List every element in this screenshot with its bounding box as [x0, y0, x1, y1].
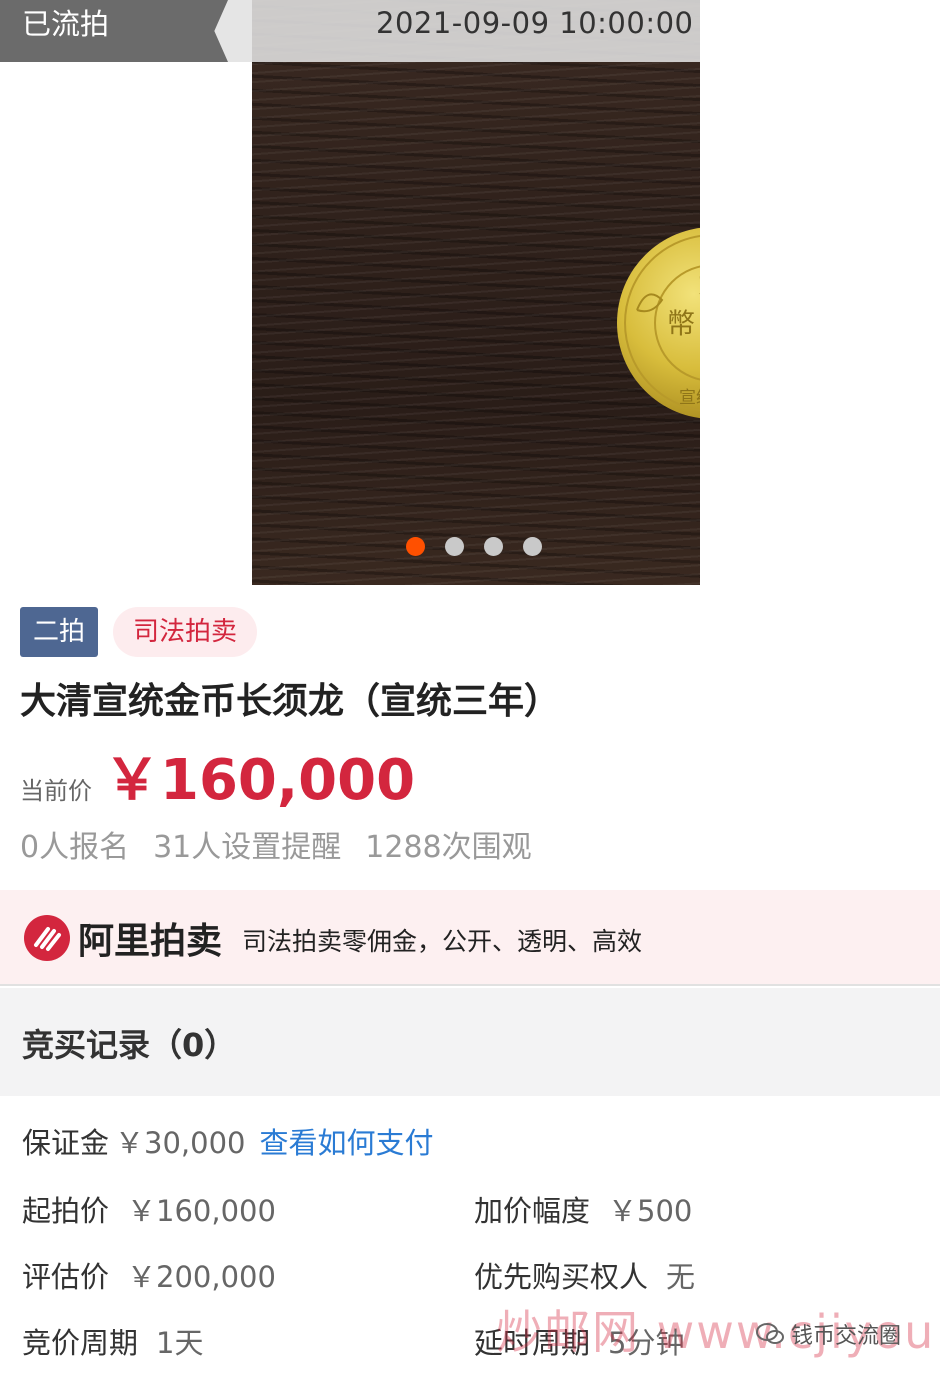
- start-price-row: 起拍价 ￥160,000: [22, 1188, 276, 1230]
- auction-status-bar: 已流拍 2021-09-09 10:00:00: [0, 0, 700, 62]
- auction-type-tag: 司法拍卖: [113, 607, 258, 657]
- gold-coin-image: 大 銀 清 幣 宣统三年: [617, 227, 700, 419]
- reminder-count: 31人设置提醒: [153, 830, 342, 865]
- auction-time: 2021-09-09 10:00:00: [376, 6, 694, 40]
- info-label: 起拍价: [22, 1194, 110, 1228]
- appraisal-row: 评估价 ￥200,000: [22, 1254, 276, 1296]
- bid-records-title[interactable]: 竞买记录（0）: [22, 1020, 236, 1066]
- current-price: 当前价 ￥160,000: [20, 735, 415, 816]
- info-value: ￥500: [608, 1194, 693, 1228]
- info-label: 优先购买权人: [474, 1260, 649, 1294]
- bid-period-row: 竞价周期 1天: [22, 1320, 203, 1362]
- coin-char-left: 幣: [667, 307, 695, 340]
- price-value: ￥160,000: [104, 748, 416, 813]
- increment-row: 加价幅度 ￥500: [474, 1188, 692, 1230]
- view-count: 1288次围观: [365, 830, 532, 865]
- info-label: 评估价: [22, 1260, 110, 1294]
- status-tag: 已流拍: [0, 0, 228, 62]
- wechat-account-name: 钱币交流圈: [791, 1324, 902, 1349]
- auction-tags: 二拍 司法拍卖: [20, 607, 258, 657]
- coin-char-bottom: 清: [699, 339, 700, 372]
- info-value: 1天: [156, 1326, 204, 1360]
- coin-char-top: 大: [698, 266, 700, 301]
- deposit-value: ￥30,000: [115, 1126, 246, 1160]
- wechat-watermark: 钱币交流圈: [755, 1318, 901, 1350]
- how-to-pay-link[interactable]: 查看如何支付: [260, 1126, 434, 1160]
- item-title: 大清宣统金币长须龙（宣统三年）: [20, 681, 561, 722]
- priority-buyer-row: 优先购买权人无: [474, 1254, 695, 1296]
- info-label: 加价幅度: [474, 1194, 591, 1228]
- gallery-pagination[interactable]: [406, 537, 542, 556]
- pagination-dot-2[interactable]: [445, 537, 464, 556]
- info-value: ￥160,000: [127, 1194, 276, 1228]
- price-label: 当前价: [20, 777, 92, 805]
- pagination-dot-4[interactable]: [523, 537, 542, 556]
- wechat-icon: [756, 1323, 784, 1344]
- banner-slogan: 司法拍卖零佣金，公开、透明、高效: [242, 927, 643, 956]
- ali-auction-banner[interactable]: 阿里拍卖 司法拍卖零佣金，公开、透明、高效: [0, 890, 940, 986]
- pagination-dot-1[interactable]: [406, 537, 425, 556]
- round-tag: 二拍: [20, 607, 99, 657]
- signup-count: 0人报名: [20, 830, 130, 865]
- bid-records-section[interactable]: 竞买记录（0）: [0, 988, 940, 1096]
- info-label: 竞价周期: [22, 1326, 139, 1360]
- auction-stats: 0人报名 31人设置提醒 1288次围观: [20, 822, 532, 866]
- coin-bottom-text: 宣统三年: [679, 388, 700, 408]
- ali-auction-logo-icon: [24, 915, 70, 961]
- pagination-dot-3[interactable]: [484, 537, 503, 556]
- ali-auction-logo-text: 阿里拍卖: [78, 921, 223, 962]
- info-value: 无: [666, 1260, 696, 1294]
- deposit-label: 保证金: [22, 1126, 110, 1160]
- product-photo[interactable]: 大 銀 清 幣 宣统三年: [252, 0, 700, 585]
- image-gallery[interactable]: 大 銀 清 幣 宣统三年 已流拍 2021-09-09 10:00:00: [0, 0, 940, 585]
- deposit-row: 保证金 ￥30,000 查看如何支付: [22, 1120, 434, 1162]
- info-value: ￥200,000: [127, 1260, 276, 1294]
